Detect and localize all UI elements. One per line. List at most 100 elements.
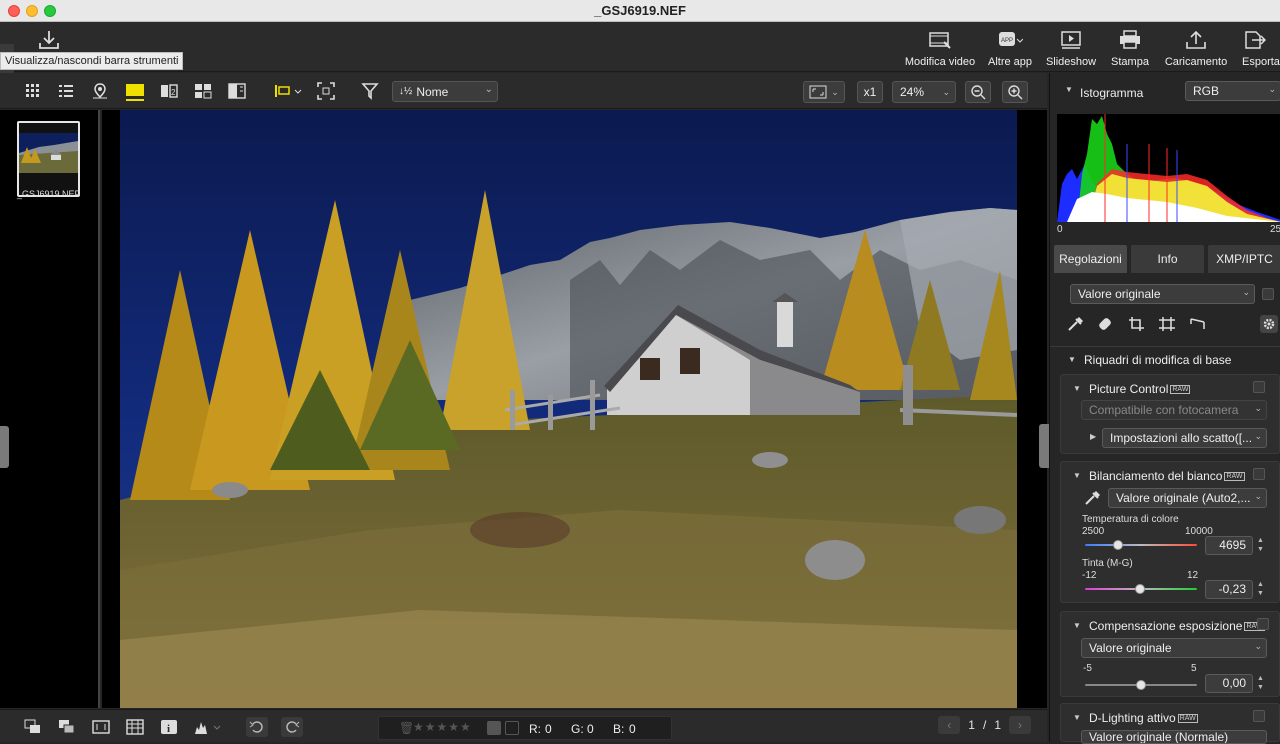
- collapse-triangle-icon[interactable]: ▼: [1065, 85, 1073, 94]
- zoom-dropdown[interactable]: 24% ⌄: [892, 81, 956, 103]
- main-photo: [120, 110, 1017, 708]
- display-mode-dropdown[interactable]: ⌄: [803, 81, 845, 103]
- info-icon[interactable]: i: [160, 719, 178, 735]
- exposure-slider-knob[interactable]: [1136, 680, 1146, 690]
- picture-control-title: Picture Control RAW: [1089, 382, 1191, 396]
- compare-view-button[interactable]: 2: [159, 81, 179, 101]
- adjust-enable-checkbox[interactable]: [1262, 288, 1274, 300]
- upload-button[interactable]: Caricamento: [1158, 22, 1234, 72]
- temperature-stepper[interactable]: ▲ ▼: [1256, 536, 1265, 555]
- tint-input[interactable]: -0,23: [1205, 580, 1253, 599]
- d-lighting-checkbox[interactable]: [1253, 710, 1265, 722]
- collapse-triangle-icon[interactable]: ▼: [1073, 621, 1081, 630]
- collapse-triangle-icon[interactable]: ▼: [1073, 713, 1081, 722]
- picture-control-setting-dropdown[interactable]: Impostazioni allo scatto([... ⌄: [1102, 428, 1267, 448]
- temperature-slider-knob[interactable]: [1113, 540, 1124, 550]
- slideshow-label: Slideshow: [1045, 56, 1097, 68]
- settings-button[interactable]: [1260, 315, 1278, 333]
- panel-toggle-handle[interactable]: [1039, 424, 1049, 468]
- other-apps-button[interactable]: APP Altre app: [980, 22, 1040, 72]
- exposure-dropdown[interactable]: Valore originale ⌄: [1081, 638, 1267, 658]
- next-page-button[interactable]: ›: [1009, 716, 1031, 734]
- table-grid-icon[interactable]: [126, 719, 144, 735]
- view-toolbar: 2 ↓½ Nome ⌄ ⌄ x1 24% ⌄: [0, 73, 1047, 109]
- d-lighting-panel: ▼ D-Lighting attivo RAW Valore originale …: [1060, 703, 1280, 744]
- import-button[interactable]: [36, 28, 64, 52]
- star-rating[interactable]: ★★★★★: [413, 720, 472, 734]
- print-button[interactable]: Stampa: [1102, 22, 1158, 72]
- adjust-preset-dropdown[interactable]: Valore originale ⌄: [1070, 284, 1255, 304]
- multi-view-button[interactable]: [193, 81, 213, 101]
- tint-slider-knob[interactable]: [1134, 584, 1145, 594]
- list-icon: [59, 85, 73, 97]
- expand-triangle-icon[interactable]: ▶: [1090, 432, 1096, 441]
- picture-control-checkbox[interactable]: [1253, 381, 1265, 393]
- filmstrip-toggle-handle[interactable]: [0, 426, 9, 468]
- collapse-triangle-icon[interactable]: ▼: [1073, 471, 1081, 480]
- picture-control-title-text: Picture Control: [1089, 382, 1169, 396]
- basic-edit-section-title: Riquadri di modifica di base: [1084, 353, 1232, 367]
- sort-dropdown[interactable]: ↓½ Nome ⌄: [392, 81, 498, 102]
- histogram-channel-dropdown[interactable]: RGB ⌄: [1185, 81, 1280, 101]
- collapse-triangle-icon[interactable]: ▼: [1073, 384, 1081, 393]
- grid-icon: [26, 84, 39, 97]
- label-filter-button[interactable]: [270, 81, 306, 101]
- histogram-menu-icon[interactable]: [194, 719, 224, 735]
- before-after-button[interactable]: [227, 81, 247, 101]
- svg-text:2: 2: [171, 88, 176, 97]
- raw-badge: RAW: [1224, 472, 1245, 481]
- rotate-right-button[interactable]: [281, 717, 303, 737]
- tab-xmp-iptc[interactable]: XMP/IPTC: [1208, 245, 1280, 273]
- map-view-button[interactable]: [90, 81, 110, 101]
- perspective-icon[interactable]: [1189, 316, 1207, 332]
- zoom-out-button[interactable]: [965, 81, 991, 103]
- thumbnail-grid-button[interactable]: [23, 81, 43, 101]
- histogram-max-label: 25: [1270, 224, 1280, 235]
- white-balance-panel: ▼ Bilanciamento del bianco RAW Valore ori…: [1060, 461, 1280, 603]
- filter-button[interactable]: [360, 81, 380, 101]
- g-value: 0: [587, 722, 594, 736]
- stack-icon[interactable]: [24, 719, 42, 735]
- crop-icon[interactable]: [1128, 316, 1146, 332]
- fit-to-screen-button[interactable]: [316, 81, 336, 101]
- rotate-left-button[interactable]: [246, 717, 268, 737]
- export-button[interactable]: Esporta: [1234, 22, 1280, 72]
- svg-text:i: i: [167, 723, 170, 735]
- thumbnail[interactable]: [17, 121, 80, 197]
- single-image-view-button[interactable]: [125, 81, 145, 101]
- chevron-down-icon: ⌄: [1254, 491, 1262, 501]
- exposure-checkbox[interactable]: [1257, 618, 1269, 630]
- straighten-icon[interactable]: [1158, 316, 1176, 332]
- wb-eyedropper-icon[interactable]: [1083, 490, 1101, 506]
- tint-stepper[interactable]: ▲ ▼: [1256, 580, 1265, 599]
- slideshow-button[interactable]: Slideshow: [1040, 22, 1102, 72]
- temperature-input[interactable]: 4695: [1205, 536, 1253, 555]
- image-viewer[interactable]: [102, 110, 1047, 708]
- video-edit-button[interactable]: Modifica video: [900, 22, 980, 72]
- download-icon: [39, 31, 59, 49]
- sort-label: Nome: [416, 84, 449, 99]
- trash-icon[interactable]: 🗑: [399, 721, 414, 735]
- eyedropper-icon[interactable]: [1066, 316, 1084, 332]
- tab-adjustments[interactable]: Regolazioni: [1054, 245, 1127, 273]
- exposure-stepper[interactable]: ▲ ▼: [1256, 674, 1265, 693]
- list-view-button[interactable]: [56, 81, 76, 101]
- chevron-down-icon: ⌄: [484, 84, 493, 95]
- exposure-input[interactable]: 0,00: [1205, 674, 1253, 693]
- tab-info[interactable]: Info: [1131, 245, 1204, 273]
- temperature-slider-track[interactable]: [1085, 544, 1197, 546]
- white-balance-checkbox[interactable]: [1253, 468, 1265, 480]
- white-balance-dropdown[interactable]: Valore originale (Auto2,... ⌄: [1108, 488, 1267, 508]
- previous-page-button[interactable]: ‹: [938, 716, 961, 734]
- export-icon: [1245, 31, 1266, 49]
- zoom-x1-button[interactable]: x1: [857, 81, 883, 103]
- collapse-triangle-icon[interactable]: ▼: [1068, 355, 1076, 364]
- stack-group-icon[interactable]: [58, 719, 76, 735]
- retouch-brush-icon[interactable]: [1097, 316, 1115, 332]
- full-screen-icon[interactable]: [92, 719, 110, 735]
- histogram-title: Istogramma: [1080, 86, 1144, 100]
- camera-icon[interactable]: [505, 721, 519, 735]
- protect-icon[interactable]: [487, 721, 501, 735]
- picture-control-compat-dropdown[interactable]: Compatibile con fotocamera ⌄: [1081, 400, 1267, 420]
- zoom-in-button[interactable]: [1002, 81, 1028, 103]
